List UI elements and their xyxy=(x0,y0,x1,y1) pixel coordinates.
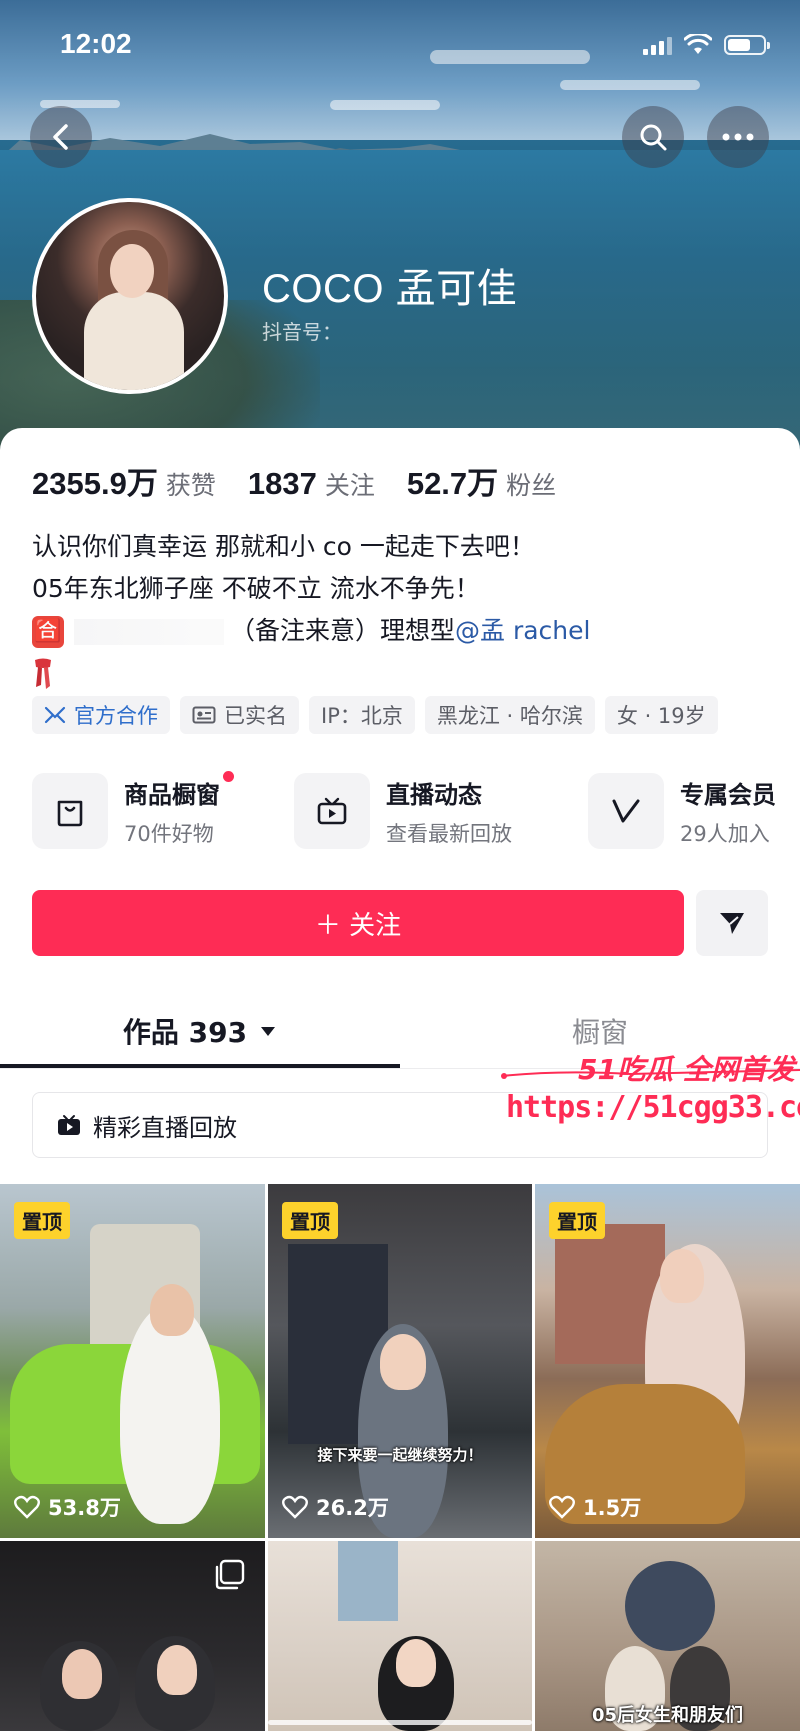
profile-bio: 认识你们真幸运 那就和小 co 一起走下去吧！ 05年东北狮子座 不破不立 流水… xyxy=(32,526,590,694)
follow-button[interactable]: ＋ 关注 xyxy=(32,890,684,956)
video-grid: 置顶 53.8万 接下来要一起继续努力！ 置顶 26.2万 置顶 1.5万 05… xyxy=(0,1184,800,1731)
feature-icon-box xyxy=(32,773,108,849)
wifi-icon xyxy=(684,34,712,54)
profile-name: COCO 孟可佳 xyxy=(262,267,518,311)
pinned-badge: 置顶 xyxy=(549,1202,605,1239)
feature-subtitle: 70件好物 xyxy=(124,821,214,846)
stat-value: 1837 xyxy=(247,466,317,501)
stat-value: 52.7万 xyxy=(406,466,499,501)
status-time: 12:02 xyxy=(60,28,132,59)
feature-subtitle: 查看最新回放 xyxy=(386,821,512,846)
search-icon xyxy=(640,124,667,151)
video-caption: 接下来要一起继续努力！ xyxy=(317,1446,483,1464)
video-tile[interactable]: 05后女生和朋友们 xyxy=(535,1541,800,1731)
stat-followers[interactable]: 52.7万 粉丝 xyxy=(407,458,556,503)
id-card-icon xyxy=(192,706,216,724)
shopping-bag-icon xyxy=(57,800,83,827)
more-dots-icon xyxy=(722,133,754,141)
heart-icon xyxy=(14,1495,40,1519)
watermark-url: https://51cgg33.com xyxy=(506,1090,800,1125)
bio-line-4 xyxy=(32,652,590,694)
more-button[interactable] xyxy=(707,106,769,168)
tab-works[interactable]: 作品 393 xyxy=(0,1000,400,1062)
video-tile[interactable] xyxy=(268,1541,532,1731)
scarf-emoji-icon xyxy=(35,658,51,689)
tag-label: 黑龙江 · 哈尔滨 xyxy=(436,704,583,728)
bio-line-2: 05年东北狮子座 不破不立 流水不争先！ xyxy=(32,574,480,603)
tag-label: 女 · 19岁 xyxy=(616,704,706,728)
tag-label: 已实名 xyxy=(224,704,287,728)
v-member-icon xyxy=(612,799,640,823)
feature-entries: 商品橱窗 70件好物 直播动态 查看最新回放 专属会员 29人加入 xyxy=(32,770,800,850)
status-icons xyxy=(643,34,770,56)
douyin-id-label[interactable]: 抖音号： xyxy=(262,316,342,345)
video-tile[interactable]: 置顶 1.5万 xyxy=(535,1184,800,1538)
pinned-badge: 置顶 xyxy=(282,1202,338,1239)
profile-stats: 2355.9万 获赞 1837 关注 52.7万 粉丝 xyxy=(32,458,588,503)
feature-shop-window[interactable]: 商品橱窗 70件好物 xyxy=(32,770,234,850)
live-replay-icon xyxy=(58,1115,80,1135)
avatar[interactable] xyxy=(32,198,228,394)
back-arrow-icon xyxy=(53,124,68,150)
site-watermark: 51吃瓜 全网首发 https://51cgg33.com xyxy=(500,1040,800,1130)
tag-ip: IP：北京 xyxy=(309,696,415,734)
feature-title: 直播动态 xyxy=(386,780,482,809)
live-replay-label: 精彩直播回放 xyxy=(93,1113,237,1142)
bio-text: （备注来意）理想型 xyxy=(230,616,456,645)
share-button[interactable] xyxy=(696,890,768,956)
tag-label: IP：北京 xyxy=(321,704,403,728)
like-count: 26.2万 xyxy=(282,1492,389,1522)
official-coop-icon xyxy=(44,706,66,724)
stat-value: 2355.9万 xyxy=(32,466,158,501)
video-tile[interactable]: 置顶 53.8万 xyxy=(0,1184,265,1538)
feature-subtitle: 29人加入 xyxy=(680,821,770,846)
stat-label: 获赞 xyxy=(165,471,216,500)
home-indicator xyxy=(268,1720,532,1725)
back-button[interactable] xyxy=(30,106,92,168)
blurred-contact xyxy=(74,619,224,645)
feature-icon-box xyxy=(588,773,664,849)
tag-location[interactable]: 黑龙江 · 哈尔滨 xyxy=(424,696,595,734)
tag-verified[interactable]: 已实名 xyxy=(180,696,299,734)
send-plane-icon xyxy=(720,913,744,934)
search-button[interactable] xyxy=(622,106,684,168)
stat-label: 关注 xyxy=(324,471,375,500)
feature-membership[interactable]: 专属会员 29人加入 xyxy=(588,772,776,850)
bio-line-1: 认识你们真幸运 那就和小 co 一起走下去吧！ xyxy=(32,532,535,561)
video-caption: 05后女生和朋友们 xyxy=(591,1705,744,1726)
feature-title: 商品橱窗 xyxy=(124,770,234,810)
tv-icon xyxy=(317,797,347,825)
stat-label: 粉丝 xyxy=(506,471,557,500)
feature-live-activity[interactable]: 直播动态 查看最新回放 xyxy=(294,772,512,850)
feature-icon-box xyxy=(294,773,370,849)
like-count: 53.8万 xyxy=(14,1492,121,1522)
caret-down-icon xyxy=(261,1027,276,1036)
heart-icon xyxy=(549,1495,575,1519)
emoji-he-icon: 🈴 xyxy=(32,616,64,648)
stat-following[interactable]: 1837 关注 xyxy=(248,466,375,502)
stat-likes[interactable]: 2355.9万 获赞 xyxy=(32,458,216,503)
battery-icon xyxy=(724,35,770,55)
video-tile[interactable]: 接下来要一起继续努力！ 置顶 26.2万 xyxy=(268,1184,532,1538)
pinned-badge: 置顶 xyxy=(14,1202,70,1239)
watermark-title: 51吃瓜 全网首发 xyxy=(578,1053,795,1086)
like-count: 1.5万 xyxy=(549,1492,641,1522)
feature-title: 专属会员 xyxy=(680,780,776,809)
tag-label: 官方合作 xyxy=(74,704,158,728)
tag-gender-age: 女 · 19岁 xyxy=(604,696,718,734)
multi-image-icon xyxy=(215,1559,245,1590)
video-tile[interactable] xyxy=(0,1541,265,1731)
bio-line-3: 🈴 （备注来意）理想型@孟 rachel xyxy=(32,610,590,652)
cellular-signal-icon xyxy=(643,35,672,55)
tab-label: 作品 393 xyxy=(122,1016,248,1049)
profile-tags: 官方合作 已实名 IP：北京 黑龙江 · 哈尔滨 女 · 19岁 xyxy=(32,696,718,734)
notification-dot xyxy=(223,770,234,782)
tag-official-coop[interactable]: 官方合作 xyxy=(32,696,170,734)
mention-link[interactable]: @孟 rachel xyxy=(455,616,590,645)
heart-icon xyxy=(282,1495,308,1519)
